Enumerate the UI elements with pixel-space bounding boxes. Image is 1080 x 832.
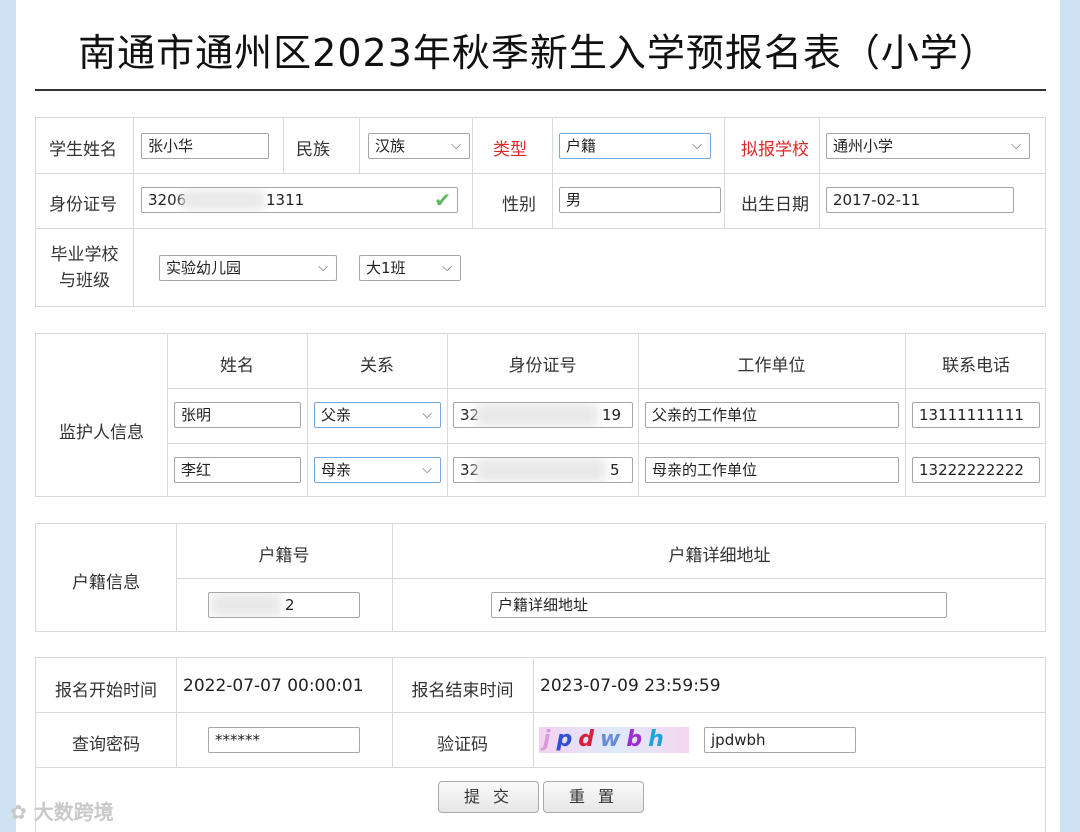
page-title: 南通市通州区2023年秋季新生入学预报名表（小学） [78, 31, 998, 75]
guardian-id-suffix: 5 [610, 461, 620, 479]
reset-button[interactable]: 重 置 [543, 781, 644, 813]
graduation-class-select[interactable]: 大1班 ⌵ [359, 255, 461, 281]
end-time-value: 2023-07-09 23:59:59 [540, 676, 721, 696]
captcha-image[interactable]: jpdwbh [539, 727, 689, 753]
guardian-name-input[interactable]: 张明 [174, 402, 301, 428]
guardian-relation-select[interactable]: 母亲 ⌵ [314, 457, 441, 483]
guardian-relation-value: 母亲 [321, 461, 352, 479]
start-time-label: 报名开始时间 [55, 681, 157, 701]
guardian-header-phone: 联系电话 [942, 356, 1010, 376]
guardian-header-name: 姓名 [220, 356, 254, 376]
chevron-down-icon: ⌵ [692, 138, 702, 153]
guardian-relation-value: 父亲 [321, 406, 352, 424]
household-info-section: 户籍信息 户籍号 户籍详细地址 2 户籍详细地址 [35, 523, 1046, 632]
redacted-blur [211, 593, 281, 617]
guardian-work-input[interactable]: 母亲的工作单位 [645, 457, 899, 483]
birth-date-input[interactable]: 2017-02-11 [826, 187, 1014, 213]
id-number-label: 身份证号 [49, 195, 117, 215]
household-address-input[interactable]: 户籍详细地址 [491, 592, 947, 618]
captcha-input[interactable]: jpdwbh [704, 727, 856, 753]
id-number-prefix: 3206 [148, 191, 187, 209]
graduation-school-label: 毕业学校 与班级 [50, 245, 119, 291]
graduation-school-value: 实验幼儿园 [166, 259, 242, 277]
guardian-phone-input[interactable]: 13111111111 [912, 402, 1040, 428]
start-time-value: 2022-07-07 00:00:01 [183, 676, 364, 696]
ethnic-value: 汉族 [375, 137, 406, 155]
captcha-label: 验证码 [437, 735, 488, 755]
chevron-down-icon: ⌵ [422, 462, 432, 477]
guardian-name-input[interactable]: 李红 [174, 457, 301, 483]
watermark-logo-icon: ✿ [10, 800, 27, 824]
submit-button[interactable]: 提 交 [438, 781, 539, 813]
student-name-label: 学生姓名 [49, 140, 117, 160]
target-school-label: 拟报学校 [741, 140, 809, 160]
graduation-class-value: 大1班 [366, 259, 406, 277]
household-number-header: 户籍号 [258, 546, 310, 566]
guardian-id-input[interactable]: 32 5 [453, 457, 633, 483]
query-password-input[interactable]: ****** [208, 727, 360, 753]
title-divider [35, 89, 1046, 91]
id-number-suffix: 1311 [266, 191, 305, 209]
student-name-input[interactable]: 张小华 [141, 133, 269, 159]
target-school-value: 通州小学 [833, 137, 894, 155]
end-time-label: 报名结束时间 [411, 681, 514, 701]
household-number-suffix: 2 [285, 596, 295, 614]
id-number-input[interactable]: 3206 1311 ✔ [141, 187, 458, 213]
guardian-header-relation: 关系 [360, 356, 394, 376]
check-icon: ✔ [434, 188, 451, 212]
target-school-select[interactable]: 通州小学 ⌵ [826, 133, 1030, 159]
guardian-relation-select[interactable]: 父亲 ⌵ [314, 402, 441, 428]
redacted-blur [476, 458, 606, 482]
ethnic-select[interactable]: 汉族 ⌵ [368, 133, 470, 159]
household-section-label: 户籍信息 [72, 573, 140, 593]
ethnic-label: 民族 [296, 140, 330, 160]
type-select[interactable]: 户籍 ⌵ [559, 133, 711, 159]
gender-input[interactable]: 男 [559, 187, 721, 213]
guardian-phone-input[interactable]: 13222222222 [912, 457, 1040, 483]
redacted-blur [476, 403, 598, 427]
graduation-school-select[interactable]: 实验幼儿园 ⌵ [159, 255, 337, 281]
type-value: 户籍 [566, 137, 597, 155]
student-info-section: 学生姓名 张小华 民族 汉族 ⌵ 类型 户籍 ⌵ 拟报学校 通州小学 ⌵ 身份证… [35, 117, 1046, 307]
birth-date-label: 出生日期 [741, 195, 809, 215]
guardian-info-section: 监护人信息 姓名 关系 身份证号 工作单位 联系电话 张明 父亲 ⌵ 32 19… [35, 333, 1046, 497]
household-number-input[interactable]: 2 [208, 592, 360, 618]
watermark: ✿ 大数跨境 [10, 800, 114, 824]
redacted-blur [182, 190, 264, 210]
type-label: 类型 [493, 140, 527, 160]
chevron-down-icon: ⌵ [1011, 138, 1021, 153]
chevron-down-icon: ⌵ [442, 260, 452, 275]
registration-form: 南通市通州区2023年秋季新生入学预报名表（小学） 学生姓名 张小华 民族 汉族… [16, 0, 1060, 832]
guardian-header-work: 工作单位 [737, 356, 806, 376]
gender-label: 性别 [502, 195, 536, 215]
guardian-work-input[interactable]: 父亲的工作单位 [645, 402, 899, 428]
chevron-down-icon: ⌵ [451, 138, 461, 153]
guardian-section-label: 监护人信息 [59, 423, 144, 443]
household-address-header: 户籍详细地址 [668, 546, 771, 566]
guardian-header-id: 身份证号 [508, 356, 577, 376]
chevron-down-icon: ⌵ [318, 260, 328, 275]
registration-section: 报名开始时间 2022-07-07 00:00:01 报名结束时间 2023-0… [35, 657, 1046, 832]
chevron-down-icon: ⌵ [422, 407, 432, 422]
guardian-id-input[interactable]: 32 19 [453, 402, 633, 428]
guardian-id-suffix: 19 [602, 406, 622, 424]
query-password-label: 查询密码 [72, 735, 140, 755]
